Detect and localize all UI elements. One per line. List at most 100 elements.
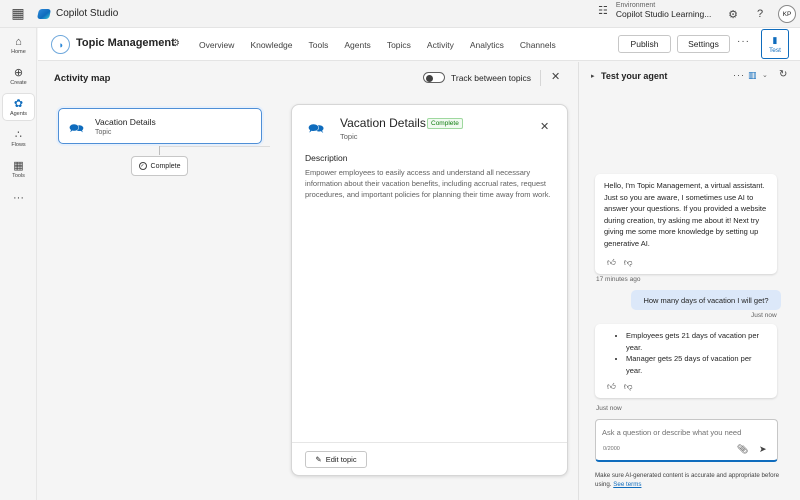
environment-picker[interactable]: ☷ Environment Copilot Studio Learning... [598,2,711,19]
reactions: 👍︎ 👎︎ [607,257,633,269]
rail-item-tools[interactable]: ▦ Tools [3,156,34,182]
copilot-studio-logo-icon [36,8,52,19]
activity-map-title: Activity map [54,73,111,84]
chat-bubbles-icon: 🗪 [69,121,84,135]
thumbs-down-icon[interactable]: 👎︎ [624,257,633,269]
ai-disclaimer: Make sure AI-generated content is accura… [595,472,785,489]
test-button[interactable]: ▮ Test [761,29,789,59]
rail-item-label: Flows [11,141,26,148]
chevron-down-icon[interactable]: ⌄ [762,71,768,79]
chat-input[interactable] [602,425,772,439]
flows-icon: ∴ [15,128,22,141]
rail-item-label: Tools [12,172,25,179]
agent-icon: ◑ [51,35,70,54]
close-icon[interactable]: ✕ [540,120,549,133]
message-timestamp: 17 minutes ago [596,276,641,283]
rail-item-agents[interactable]: ✿ Agents [3,94,34,120]
tab-agents[interactable]: Agents [336,40,378,50]
tab-channels[interactable]: Channels [512,40,564,50]
send-icon[interactable]: ➤ [759,444,767,455]
description-text: Empower employees to easily access and u… [305,168,551,199]
test-icon: ▮ [772,34,778,45]
more-options-icon[interactable]: ··· [733,70,745,80]
refresh-icon[interactable]: ↻ [779,69,787,80]
tab-analytics[interactable]: Analytics [462,40,512,50]
thumbs-up-icon[interactable]: 👍︎ [607,257,616,269]
tab-overview[interactable]: Overview [191,40,242,50]
topic-header: ◑ Topic Management ⚙ Overview Knowledge … [38,28,800,61]
topic-detail-subtitle: Topic [340,132,358,141]
activity-map-panel: Activity map Track between topics ✕ 🗪 Va… [38,62,577,500]
more-icon: ··· [13,192,24,204]
page-title: Topic Management [76,37,175,49]
tab-topics[interactable]: Topics [379,40,419,50]
bot-message-text: Hello, I'm Topic Management, a virtual a… [604,181,767,248]
rail-item-more[interactable]: ··· [3,185,34,211]
rail-item-label: Agents [9,110,28,117]
help-icon[interactable]: ? [750,0,770,28]
thumbs-down-icon[interactable]: 👎︎ [624,381,633,393]
publish-button[interactable]: Publish [618,35,671,53]
tab-knowledge[interactable]: Knowledge [242,40,300,50]
test-panel-title: Test your agent [601,71,668,81]
complete-pill[interactable]: ✓ Complete [131,156,188,176]
chat-bubbles-icon: 🗪 [308,121,325,136]
test-panel: ▸ Test your agent ··· ▥ ⌄ ↻ Hello, I'm T… [578,62,800,500]
rail-item-flows[interactable]: ∴ Flows [3,125,34,151]
pencil-icon: ✎ [315,455,322,464]
topic-detail-title: Vacation Details [340,116,426,130]
track-between-topics-label: Track between topics [451,73,531,83]
environment-label: Environment [615,2,656,9]
top-bar: ▦ Copilot Studio ☷ Environment Copilot S… [0,0,800,28]
track-between-topics-toggle[interactable] [423,72,445,83]
connector-line [160,146,270,147]
toggle-knob [425,74,433,82]
bot-message: Employees gets 21 days of vacation per y… [595,324,777,398]
complete-pill-label: Complete [150,162,181,170]
reactions: 👍︎ 👎︎ [607,381,633,393]
divider [292,442,567,443]
rail-item-label: Create [10,79,27,86]
settings-button[interactable]: Settings [677,35,730,53]
message-timestamp: Just now [751,312,777,319]
attach-icon[interactable]: 📎︎ [737,444,748,455]
top-nav: Overview Knowledge Tools Agents Topics A… [191,28,564,61]
tab-tools[interactable]: Tools [301,40,337,50]
collapse-chevron-icon[interactable]: ▸ [591,72,595,80]
topic-node-subtitle: Topic [95,129,112,136]
app-launcher-icon[interactable]: ▦ [0,0,36,28]
rail-item-create[interactable]: ⊕ Create [3,63,34,89]
home-icon: ⌂ [15,35,22,48]
environment-icon: ☷ [598,5,608,17]
left-rail: ⌂ Home ⊕ Create ✿ Agents ∴ Flows ▦ Tools… [0,28,37,500]
list-item: Manager gets 25 days of vacation per yea… [626,353,768,376]
message-timestamp: Just now [596,405,622,412]
list-item: Employees gets 21 days of vacation per y… [626,330,768,353]
topic-node-title: Vacation Details [95,117,156,127]
environment-value: Copilot Studio Learning... [615,9,712,19]
agent-settings-icon[interactable]: ⚙ [171,38,180,49]
app-name: Copilot Studio [56,8,119,19]
topic-node[interactable]: 🗪 Vacation Details Topic [58,108,262,144]
connector-line [159,146,160,155]
avatar[interactable]: KP [778,5,796,23]
test-button-label: Test [769,46,781,54]
rail-item-home[interactable]: ⌂ Home [3,32,34,58]
more-options-icon[interactable]: ··· [737,36,750,47]
divider [540,70,541,86]
see-terms-link[interactable]: See terms [613,481,641,488]
settings-gear-icon[interactable]: ⚙ [723,0,743,28]
checkmark-icon: ✓ [138,162,147,170]
create-icon: ⊕ [13,66,24,79]
character-counter: 0/2000 [603,446,620,452]
thumbs-up-icon[interactable]: 👍︎ [607,381,616,393]
edit-topic-button[interactable]: ✎ Edit topic [305,451,367,468]
rail-item-label: Home [11,48,26,55]
edit-topic-label: Edit topic [325,455,357,464]
bot-message: Hello, I'm Topic Management, a virtual a… [595,174,777,274]
brand[interactable]: Copilot Studio [36,8,119,19]
description-heading: Description [305,153,348,163]
close-icon[interactable]: ✕ [551,70,560,83]
tab-activity[interactable]: Activity [419,40,462,50]
map-icon[interactable]: ▥ [748,70,757,81]
